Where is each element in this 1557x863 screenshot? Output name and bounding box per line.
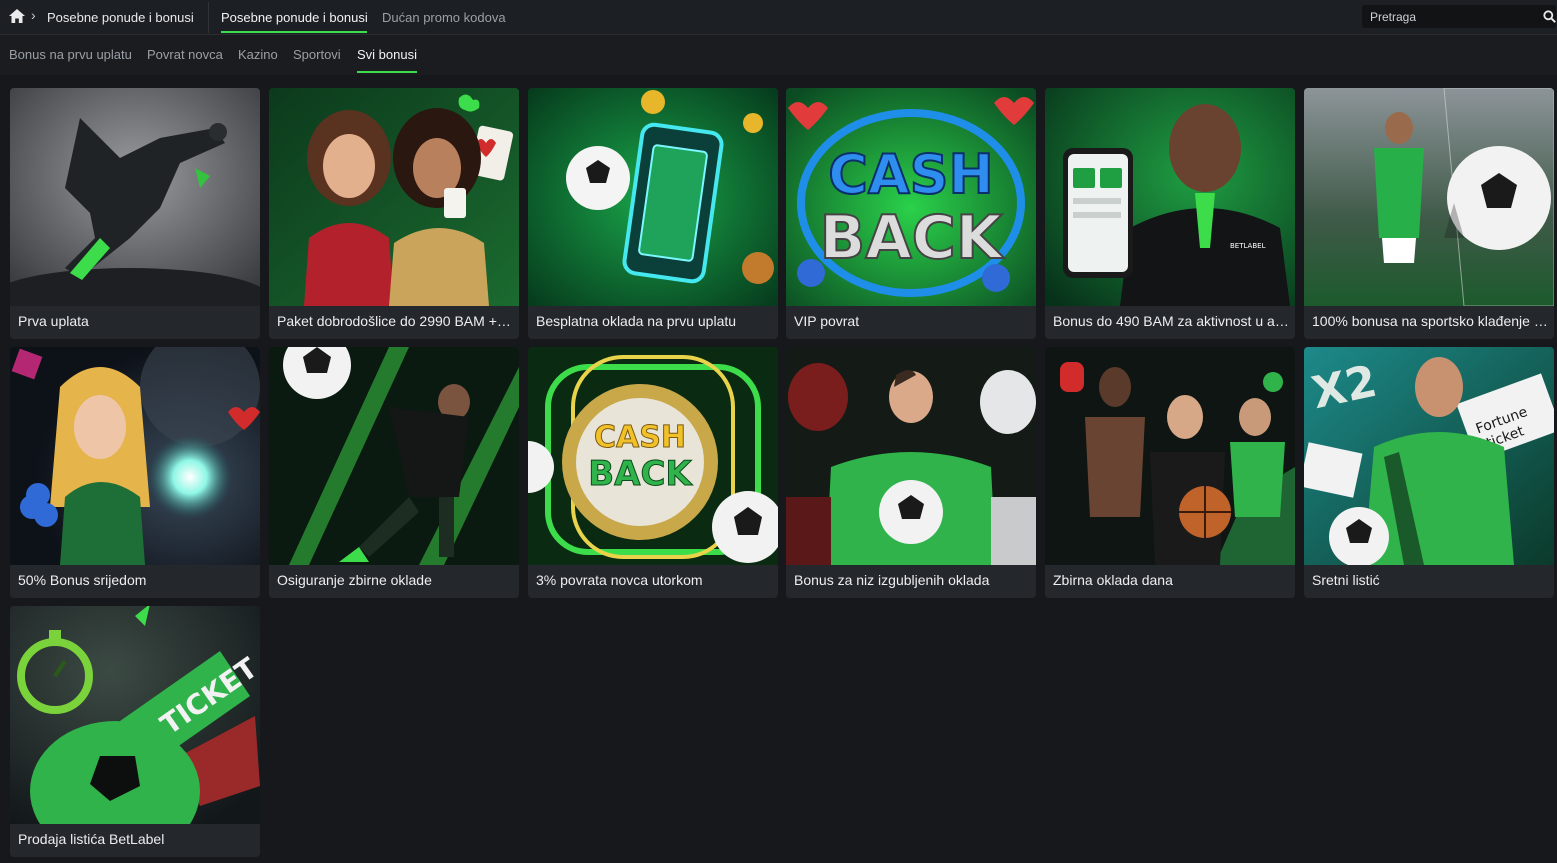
- card-image: X2 Fortune ticket: [1304, 347, 1554, 565]
- bonus-card-bonus-do-490-aktivnost[interactable]: BETLABEL Bonus do 490 BAM za aktivnost u…: [1045, 88, 1295, 339]
- subtab-kazino[interactable]: Kazino: [238, 47, 278, 62]
- card-image: [10, 347, 260, 565]
- card-image: [269, 88, 519, 306]
- card-image: [786, 347, 1036, 565]
- card-image: [1045, 347, 1295, 565]
- bonus-card-prodaja-listica[interactable]: TICKET Prodaja listića BetLabel: [10, 606, 260, 857]
- card-image: [1304, 88, 1554, 306]
- bonus-card-besplatna-oklada[interactable]: Besplatna oklada na prvu uplatu: [528, 88, 778, 339]
- card-image: [528, 88, 778, 306]
- card-title: Bonus do 490 BAM za aktivnost u aplikaci…: [1053, 313, 1289, 329]
- card-image: CASH BACK: [528, 347, 778, 565]
- brand-art-text: BETLABEL: [1230, 242, 1266, 250]
- breadcrumb-current[interactable]: Posebne ponude i bonusi: [47, 10, 194, 25]
- bonus-card-vip-povrat[interactable]: CASH BACK VIP povrat: [786, 88, 1036, 339]
- card-image: TICKET: [10, 606, 260, 824]
- card-title: Paket dobrodošlice do 2990 BAM + 150 bes…: [277, 313, 513, 329]
- bonus-card-100-bonusa-sport[interactable]: 100% bonusa na sportsko klađenje do 490 …: [1304, 88, 1554, 339]
- bonus-card-niz-izgubljenih[interactable]: Bonus za niz izgubljenih oklada: [786, 347, 1036, 598]
- card-title: Prva uplata: [18, 313, 89, 329]
- home-icon[interactable]: [9, 9, 25, 23]
- search-input[interactable]: [1362, 5, 1532, 28]
- bonus-card-sretni-listic[interactable]: X2 Fortune ticket Sretni listić: [1304, 347, 1554, 598]
- active-tab-indicator: [221, 31, 367, 33]
- subtab-bonus-na-prvu-uplatu[interactable]: Bonus na prvu uplatu: [9, 47, 132, 62]
- subtab-sportovi[interactable]: Sportovi: [293, 47, 341, 62]
- bonus-card-osiguranje-zbirne[interactable]: Osiguranje zbirne oklade: [269, 347, 519, 598]
- card-image: [10, 88, 260, 306]
- card-title: Osiguranje zbirne oklade: [277, 572, 432, 588]
- card-image: BETLABEL: [1045, 88, 1295, 306]
- bonus-card-paket-dobrodoslice[interactable]: Paket dobrodošlice do 2990 BAM + 150 bes…: [269, 88, 519, 339]
- card-image: [269, 347, 519, 565]
- breadcrumb-divider: [208, 2, 209, 33]
- card-title: Prodaja listića BetLabel: [18, 831, 165, 847]
- card-title: 50% Bonus srijedom: [18, 572, 147, 588]
- breadcrumb-separator: ›: [31, 7, 36, 23]
- cashback-art-text-top: CASH: [828, 143, 994, 206]
- subtab-svi-bonusi[interactable]: Svi bonusi: [357, 47, 417, 62]
- category-bar: [0, 35, 1557, 75]
- search-box: [1362, 5, 1556, 28]
- bonus-card-prva-uplata[interactable]: Prva uplata: [10, 88, 260, 339]
- card-title: Zbirna oklada dana: [1053, 572, 1173, 588]
- cashback-art-text-top: CASH: [594, 420, 686, 455]
- active-subtab-indicator: [357, 71, 417, 73]
- subtab-povrat-novca[interactable]: Povrat novca: [147, 47, 223, 62]
- search-icon[interactable]: [1543, 10, 1556, 23]
- card-title: Bonus za niz izgubljenih oklada: [794, 572, 990, 588]
- bonus-card-3-povrata-utorkom[interactable]: CASH BACK 3% povrata novca utorkom: [528, 347, 778, 598]
- tab-ducan-promo-kodova[interactable]: Dućan promo kodova: [382, 10, 506, 25]
- card-title: Sretni listić: [1312, 572, 1380, 588]
- cashback-art-text-bottom: BACK: [820, 203, 1005, 273]
- bonus-card-50-bonus-srijedom[interactable]: 50% Bonus srijedom: [10, 347, 260, 598]
- card-title: VIP povrat: [794, 313, 860, 329]
- card-title: 100% bonusa na sportsko klađenje do 490 …: [1312, 313, 1548, 329]
- tab-posebne-ponude[interactable]: Posebne ponude i bonusi: [221, 10, 368, 25]
- card-image: CASH BACK: [786, 88, 1036, 306]
- card-title: Besplatna oklada na prvu uplatu: [536, 313, 737, 329]
- bonus-card-zbirna-oklada-dana[interactable]: Zbirna oklada dana: [1045, 347, 1295, 598]
- cashback-art-text-bottom: BACK: [588, 454, 693, 494]
- card-title: 3% povrata novca utorkom: [536, 572, 703, 588]
